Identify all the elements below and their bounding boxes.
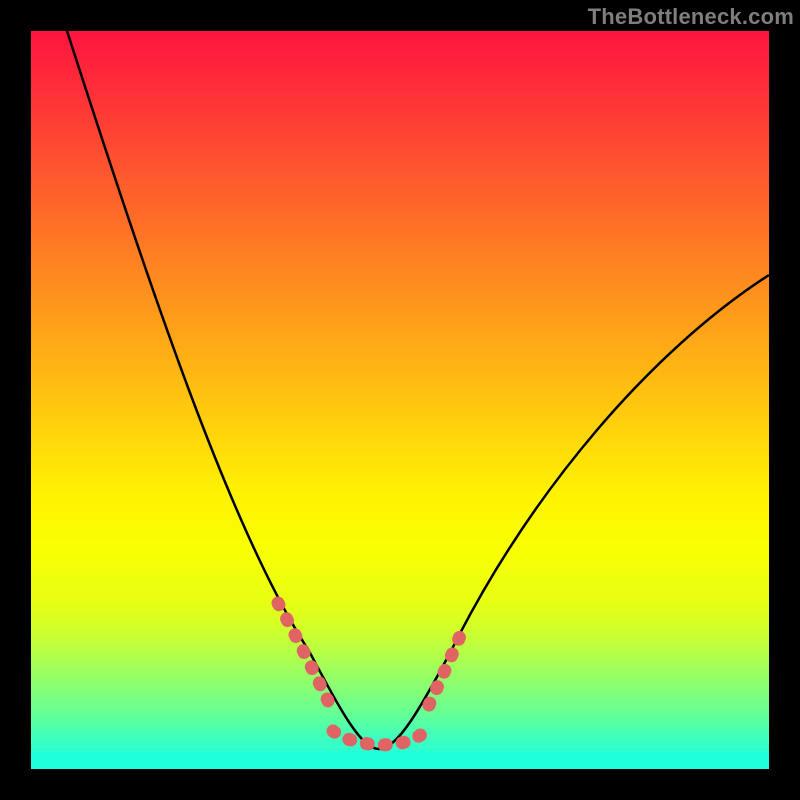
- highlight-right: [429, 629, 463, 705]
- chart-frame: TheBottleneck.com: [0, 0, 800, 800]
- highlight-bottom: [333, 731, 423, 745]
- chart-svg: [31, 31, 769, 769]
- highlight-left: [278, 603, 329, 703]
- bottleneck-curve: [67, 31, 769, 749]
- watermark: TheBottleneck.com: [588, 4, 794, 30]
